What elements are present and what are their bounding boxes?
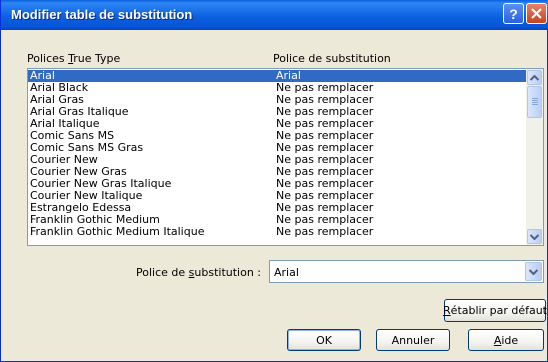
title-bar[interactable]: Modifier table de substitution ? [1,0,548,30]
font-name-cell: Franklin Gothic Medium Italique [30,225,205,238]
column-header-truetype[interactable]: Polices True Type [27,52,120,65]
vertical-scrollbar[interactable] [526,69,543,245]
dropdown-button[interactable] [525,262,542,281]
scroll-thumb[interactable] [527,86,542,118]
thumb-grip-line [532,100,538,101]
thumb-grip-line [532,98,538,99]
cancel-button[interactable]: Annuler [376,329,450,351]
scroll-down-icon [530,233,539,240]
dropdown-arrow-icon [529,268,538,275]
scroll-down-button[interactable] [527,229,542,244]
close-button[interactable] [526,3,547,24]
thumb-grip-line [532,104,538,105]
ok-button[interactable]: OK [287,329,361,351]
thumb-grip-line [532,102,538,103]
font-substitution-list[interactable]: Arial Arial Arial Black Ne pas remplacer Ari… [27,68,544,246]
substitution-label: Police de substitution : [136,266,262,279]
column-header-substitution[interactable]: Police de substitution [273,52,391,65]
help-button[interactable]: Aide [468,329,544,351]
substitution-font-value: Arial [274,266,299,279]
dialog-window: Modifier table de substitution ? Polices… [0,0,548,362]
scroll-up-icon [530,74,539,81]
window-title: Modifier table de substitution [11,7,193,22]
help-icon: ? [509,5,518,22]
list-item[interactable]: Franklin Gothic Medium Italique Ne pas re… [28,226,527,238]
reset-defaults-button[interactable]: Rétablir par défaut [443,299,547,322]
substitute-cell: Ne pas remplacer [276,225,374,238]
list-rows: Arial Arial Arial Black Ne pas remplacer Ari… [28,70,527,238]
scroll-up-button[interactable] [527,70,542,85]
substitution-font-select[interactable]: Arial [269,260,544,283]
close-icon [531,8,542,19]
help-title-button[interactable]: ? [503,3,524,24]
